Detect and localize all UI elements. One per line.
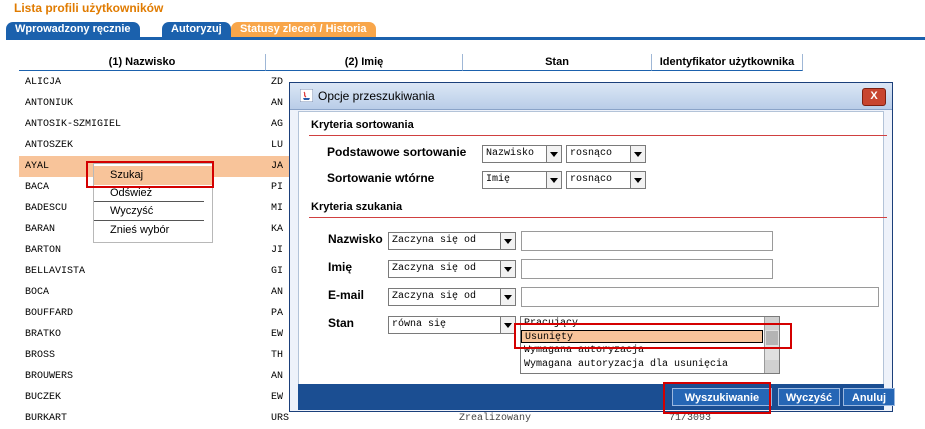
chevron-down-icon — [500, 261, 515, 277]
secondary-sort-field-select[interactable]: Imię — [482, 171, 562, 189]
annotation-highlight-search — [86, 161, 214, 188]
email-operator-select[interactable]: Zaczyna się od — [388, 288, 516, 306]
close-icon: X — [870, 90, 878, 102]
section-divider — [309, 217, 887, 218]
column-header-lastname[interactable]: (1) Nazwisko — [19, 54, 266, 71]
primary-sort-label: Podstawowe sortowanie — [327, 145, 467, 159]
column-header-firstname[interactable]: (2) Imię — [266, 54, 463, 71]
chevron-down-icon — [630, 146, 645, 162]
scroll-down-icon[interactable] — [765, 360, 779, 373]
state-operator-select[interactable]: równa się — [388, 316, 516, 334]
tab-authorize[interactable]: Autoryzuj — [162, 22, 231, 37]
chevron-down-icon — [546, 172, 561, 188]
section-divider — [309, 135, 887, 136]
firstname-operator-select[interactable]: Zaczyna się od — [388, 260, 516, 278]
column-header-state[interactable]: Stan — [463, 54, 652, 71]
chevron-down-icon — [500, 233, 515, 249]
chevron-down-icon — [546, 146, 561, 162]
dialog-title: Opcje przeszukiwania — [318, 89, 435, 103]
tab-bar: Wprowadzony ręcznie Autoryzuj Statusy zl… — [6, 20, 925, 38]
dialog-button-bar: Wyszukiwanie Wyczyść Anuluj — [298, 384, 895, 410]
cancel-button[interactable]: Anuluj — [843, 388, 895, 406]
context-item-deselect[interactable]: Znieś wybór — [94, 221, 212, 240]
lastname-label: Nazwisko — [328, 232, 383, 246]
close-button[interactable]: X — [862, 88, 886, 106]
lastname-input[interactable] — [521, 231, 773, 251]
annotation-highlight-search-button — [663, 382, 771, 414]
annotation-highlight-deleted — [514, 323, 792, 349]
context-item-clear[interactable]: Wyczyść — [94, 202, 212, 221]
primary-sort-field-select[interactable]: Nazwisko — [482, 145, 562, 163]
section-search-title: Kryteria szukania — [311, 201, 403, 213]
secondary-sort-order-select[interactable]: rosnąco — [566, 171, 646, 189]
lastname-operator-select[interactable]: Zaczyna się od — [388, 232, 516, 250]
java-icon — [300, 89, 313, 102]
firstname-input[interactable] — [521, 259, 773, 279]
chevron-down-icon — [500, 317, 515, 333]
tab-manual[interactable]: Wprowadzony ręcznie — [6, 22, 140, 37]
column-header-user-id[interactable]: Identyfikator użytkownika — [652, 54, 803, 71]
page-title: Lista profili użytkowników — [14, 1, 164, 15]
primary-sort-order-select[interactable]: rosnąco — [566, 145, 646, 163]
tab-order-status-history[interactable]: Statusy zleceń / Historia — [231, 22, 376, 37]
section-sorting-title: Kryteria sortowania — [311, 119, 414, 131]
state-option-auth-required-delete[interactable]: Wymagana autoryzacja dla usunięcia — [521, 358, 763, 371]
secondary-sort-label: Sortowanie wtórne — [327, 171, 435, 185]
dialog-titlebar[interactable]: Opcje przeszukiwania X — [290, 83, 892, 110]
state-label: Stan — [328, 316, 355, 330]
email-label: E-mail — [328, 288, 365, 302]
tab-underline — [6, 37, 925, 40]
firstname-label: Imię — [328, 260, 353, 274]
chevron-down-icon — [630, 172, 645, 188]
clear-button[interactable]: Wyczyść — [778, 388, 840, 406]
chevron-down-icon — [500, 289, 515, 305]
email-input[interactable] — [521, 287, 879, 307]
